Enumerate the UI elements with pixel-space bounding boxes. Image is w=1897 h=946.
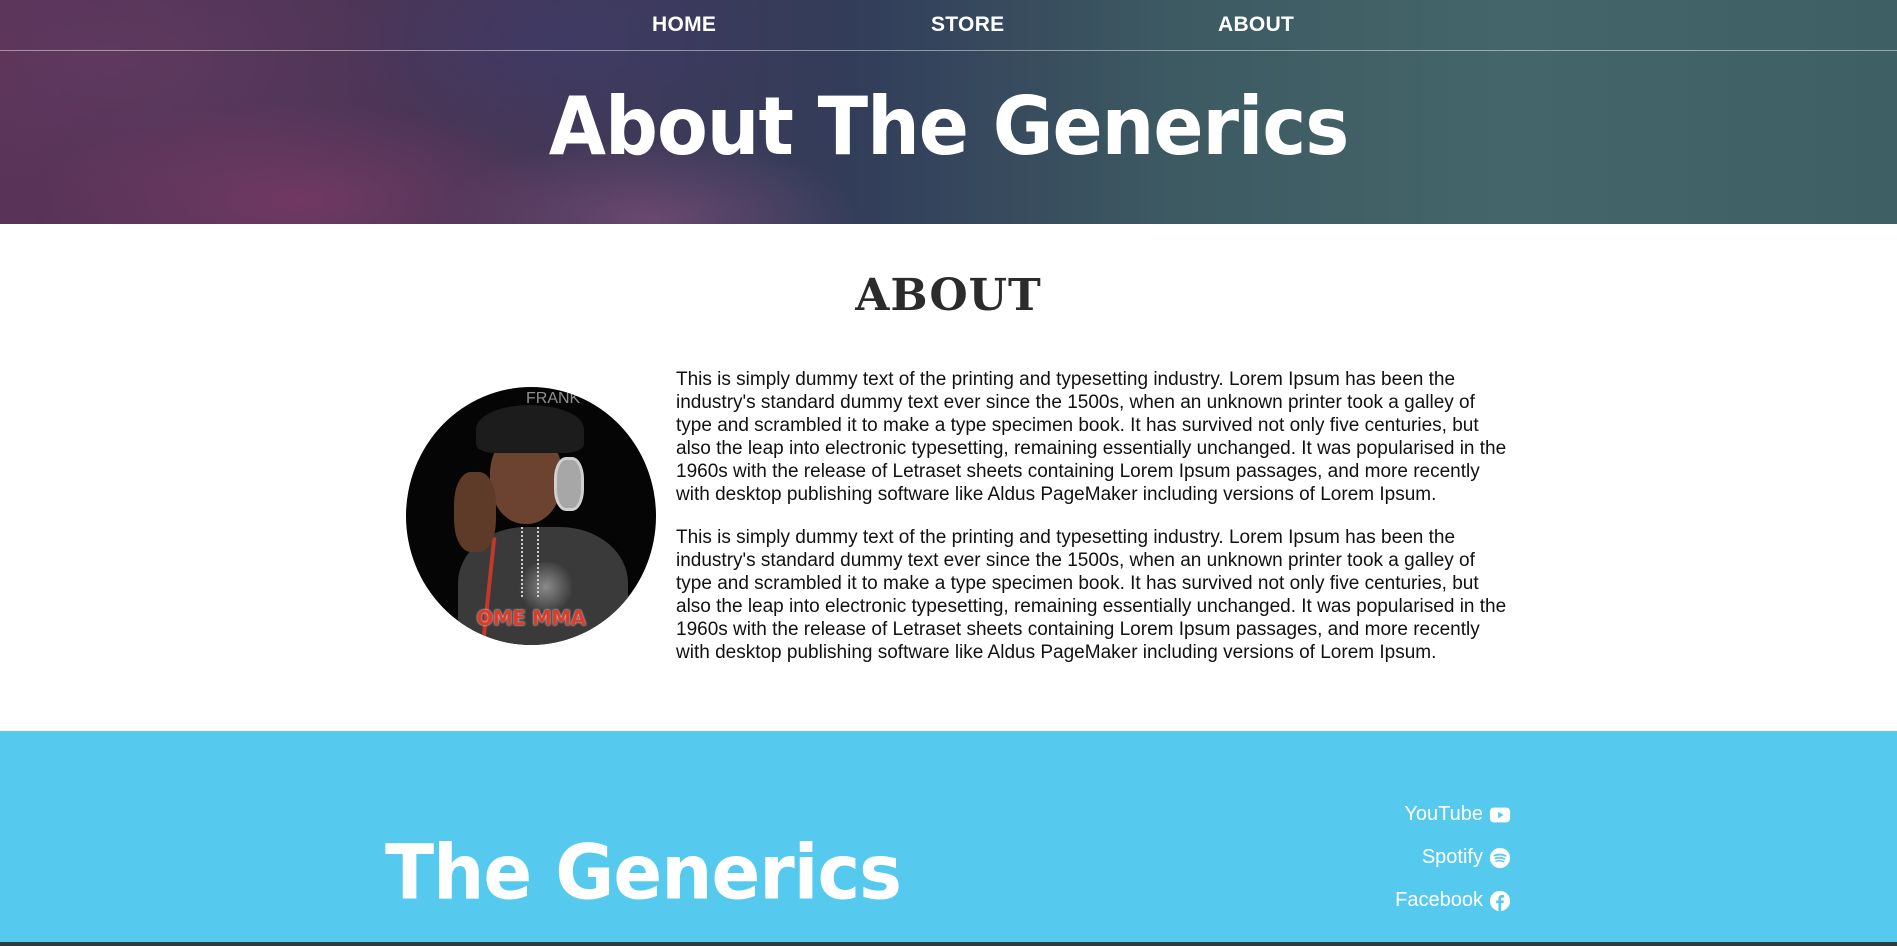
spotify-icon: [1489, 847, 1511, 868]
hero-banner: HOME STORE ABOUT About The Generics: [0, 0, 1897, 224]
hero-title: About The Generics: [548, 80, 1350, 174]
facebook-link-label: Facebook: [1395, 889, 1483, 911]
spotify-link-label: Spotify: [1421, 846, 1483, 868]
nav-home-link[interactable]: HOME: [652, 13, 716, 37]
photo-headphone: [554, 457, 584, 511]
footer-brand: The Generics: [385, 827, 902, 917]
main-nav: HOME STORE ABOUT: [0, 0, 1897, 51]
photo-watermark-text: FRANK: [526, 390, 581, 407]
about-content: FRANK OME MMA This is simply dummy text …: [387, 368, 1511, 684]
youtube-link[interactable]: YouTube: [1404, 803, 1511, 826]
photo-cap-shape: [476, 405, 584, 453]
footer: The Generics YouTube Spotify Facebook: [0, 731, 1897, 946]
photo-hand-shape: [454, 472, 496, 552]
nav-store-link[interactable]: STORE: [931, 13, 1004, 37]
youtube-link-label: YouTube: [1404, 803, 1483, 825]
band-member-photo: FRANK OME MMA: [406, 387, 656, 645]
window-bottom-edge: [0, 942, 1897, 946]
facebook-icon: [1489, 890, 1511, 911]
facebook-link[interactable]: Facebook: [1395, 889, 1511, 912]
nav-about-link[interactable]: ABOUT: [1218, 13, 1294, 37]
photo-necklace: [521, 527, 539, 597]
section-heading: ABOUT: [855, 270, 1042, 321]
photo-logo-text: OME MMA: [476, 606, 586, 630]
youtube-icon: [1489, 807, 1511, 822]
spotify-link[interactable]: Spotify: [1422, 846, 1511, 869]
